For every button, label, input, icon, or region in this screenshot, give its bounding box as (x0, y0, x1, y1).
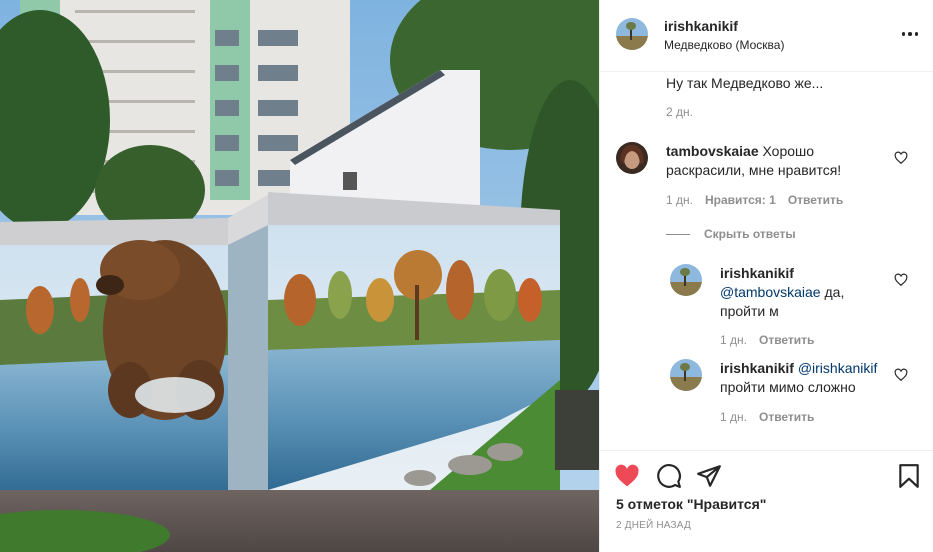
author-username[interactable]: irishkanikif (664, 18, 738, 34)
reply-meta: 1 дн. Ответить (720, 410, 814, 424)
post-photo[interactable] (0, 0, 599, 552)
reply-username[interactable]: irishkanikif (720, 360, 794, 376)
reply-avatar[interactable] (670, 264, 702, 296)
reply-body: irishkanikif @tambovskaiae да, пройти м (720, 264, 888, 321)
comment-time[interactable]: 1 дн. (666, 193, 693, 207)
post-timestamp[interactable]: 2 ДНЕЙ НАЗАД (616, 520, 691, 531)
reply-button[interactable]: Ответить (788, 193, 843, 207)
comments-list: Ну так Медведково же... 2 дн. tambovskai… (600, 72, 933, 450)
reply-body: irishkanikif @irishkanikif пройти мимо с… (720, 359, 888, 397)
comment-username[interactable]: tambovskaiae (666, 143, 759, 159)
comment-time[interactable]: 2 дн. (666, 105, 693, 119)
speech-bubble-icon[interactable] (656, 463, 682, 489)
post-location[interactable]: Медведково (Москва) (664, 38, 784, 52)
reply-mention[interactable]: @irishkanikif (798, 360, 878, 376)
reply-time[interactable]: 1 дн. (720, 333, 747, 347)
like-comment-heart-icon[interactable] (894, 151, 908, 165)
heart-filled-icon[interactable] (614, 463, 640, 489)
like-reply-heart-icon[interactable] (894, 368, 908, 382)
reply-button[interactable]: Ответить (759, 333, 814, 347)
reply-meta: 1 дн. Ответить (720, 333, 814, 347)
reply-username[interactable]: irishkanikif (720, 265, 794, 281)
author-avatar[interactable] (616, 18, 648, 50)
like-reply-heart-icon[interactable] (894, 273, 908, 287)
reply-time[interactable]: 1 дн. (720, 410, 747, 424)
paper-plane-icon[interactable] (696, 463, 722, 489)
post-header: irishkanikif Медведково (Москва) (600, 0, 933, 72)
comment-text: Ну так Медведково же... (666, 75, 824, 91)
comment-meta: 1 дн. Нравится: 1 Ответить (666, 193, 843, 207)
divider-line (666, 233, 690, 235)
hide-replies-button[interactable]: Скрыть ответы (666, 227, 796, 241)
reply-button[interactable]: Ответить (759, 410, 814, 424)
comment-likes[interactable]: Нравится: 1 (705, 193, 776, 207)
commenter-avatar[interactable] (616, 142, 648, 174)
post-sidebar: irishkanikif Медведково (Москва) Ну так … (599, 0, 933, 552)
reply-avatar[interactable] (670, 359, 702, 391)
reply-mention[interactable]: @tambovskaiae (720, 284, 821, 300)
comment-meta: 2 дн. (666, 105, 693, 119)
more-horizontal-icon[interactable] (900, 26, 920, 42)
reply-text: пройти мимо сложно (720, 379, 856, 395)
bookmark-icon[interactable] (896, 463, 922, 489)
comment-body: tambovskaiae Хорошо раскрасили, мне нрав… (666, 142, 888, 180)
likes-count[interactable]: 5 отметок "Нравится" (616, 496, 766, 512)
hide-replies-label: Скрыть ответы (704, 227, 796, 241)
